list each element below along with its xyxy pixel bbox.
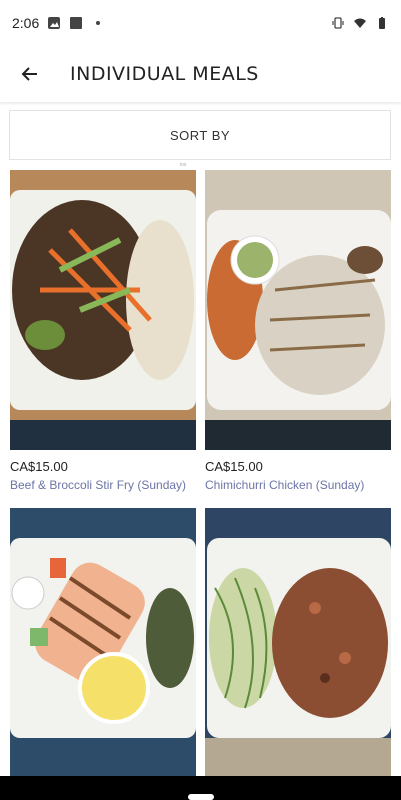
meal-image[interactable] [10, 170, 196, 450]
turkey-zucchini-image [205, 508, 391, 780]
wifi-icon [354, 18, 366, 28]
beef-broccoli-image [10, 170, 196, 450]
meal-card[interactable]: CA$15.00 Beef & Broccoli Stir Fry (Sunda… [10, 170, 196, 492]
square-icon [70, 17, 83, 29]
status-left: 2:06 [12, 15, 105, 31]
status-right [331, 16, 389, 30]
salmon-image [10, 508, 196, 780]
meal-card[interactable]: CA$15.00 Chimichurri Chicken (Sunday) [205, 170, 391, 492]
meal-name[interactable]: Beef & Broccoli Stir Fry (Sunday) [10, 478, 196, 492]
meal-image[interactable] [205, 170, 391, 450]
meal-name[interactable]: Chimichurri Chicken (Sunday) [205, 478, 391, 492]
vibrate-icon [332, 17, 344, 29]
system-nav-bar [0, 776, 401, 800]
chimichurri-chicken-image [205, 170, 391, 450]
page-title: INDIVIDUAL MEALS [70, 63, 259, 85]
meal-image[interactable] [205, 508, 391, 780]
battery-icon [379, 17, 385, 29]
tiny-label: ios [180, 162, 187, 168]
arrow-left-icon [21, 67, 37, 81]
meal-card[interactable] [205, 508, 391, 789]
meal-image[interactable] [10, 508, 196, 780]
sort-by-button[interactable]: SORT BY [9, 110, 391, 160]
status-bar: 2:06 [0, 0, 401, 46]
back-button[interactable] [6, 50, 54, 98]
meal-price: CA$15.00 [205, 459, 263, 474]
meal-price: CA$15.00 [10, 459, 68, 474]
meal-card[interactable] [10, 508, 196, 789]
status-time: 2:06 [12, 15, 40, 31]
image-icon [48, 17, 61, 29]
home-gesture-pill[interactable] [187, 794, 214, 800]
dot-icon [96, 21, 101, 25]
app-header: INDIVIDUAL MEALS [0, 46, 401, 102]
